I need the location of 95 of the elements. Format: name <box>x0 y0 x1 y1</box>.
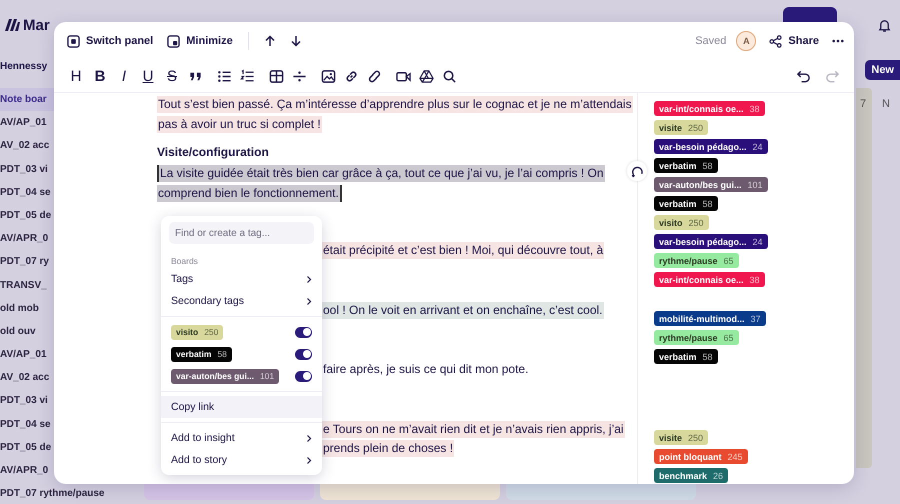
numbered-list-icon[interactable] <box>240 68 255 84</box>
paragraph-text: ool ! On le voit en arrivant et on enchaîne, c’est cool. <box>322 302 604 319</box>
paragraph-text: Tout s’est bien passé. Ça m’intéresse d’apprendre plus sur le cognac et je ne m’attendais <box>157 96 633 114</box>
sidebar-item[interactable]: PDT_04 se <box>0 412 54 436</box>
workspace-name: Hennessy <box>0 60 48 74</box>
tag[interactable]: benchmark 26 <box>654 468 728 483</box>
link-icon[interactable] <box>344 68 359 84</box>
save-status: Saved <box>695 35 726 47</box>
sidebar-item[interactable]: TRANSV_ <box>0 274 54 297</box>
minimize-icon <box>167 34 180 48</box>
bullet-list-icon[interactable] <box>217 68 232 84</box>
avatar[interactable]: A <box>736 31 756 51</box>
logo-icon <box>4 18 20 32</box>
paragraph-text: faire après, je suis ce qui dit mon pote. <box>322 361 530 378</box>
bell-icon[interactable] <box>877 18 892 32</box>
paragraph-text: e Tours on ne m’avait rien dit et je n’avais rien appris, j’ai <box>322 420 625 438</box>
tag[interactable]: rythme/pause 65 <box>654 330 739 345</box>
undo-icon[interactable] <box>796 68 811 84</box>
format-button[interactable]: S <box>164 68 180 84</box>
sidebar-item[interactable]: old mob <box>0 296 54 320</box>
tag[interactable]: var-int/connais oe... 38 <box>654 272 765 287</box>
section-label: Boards <box>170 255 199 268</box>
sidebar-item[interactable]: PDT_07 ry <box>0 250 54 274</box>
sidebar-item[interactable]: PDT_05 de <box>0 436 54 459</box>
column-label: 7 <box>859 97 868 110</box>
tag[interactable]: var-besoin pédago... 24 <box>654 139 768 154</box>
chevron-icon <box>306 434 312 442</box>
sidebar-item[interactable]: AV/AP_01 <box>0 343 54 366</box>
format-button[interactable]: H <box>68 68 84 84</box>
paragraph-text: La visite guidée était très bien car grâce à ça, tout ce que j’ai vu, je l’ai compris ! On <box>157 165 605 182</box>
share-icon <box>769 34 782 48</box>
tag[interactable]: var-int/connais oe... 38 <box>654 101 765 116</box>
paragraph-text: comprend bien le fonctionnement. <box>157 184 342 202</box>
tag-search-field[interactable]: Find or create a tag... <box>169 222 314 244</box>
tag[interactable]: visite 250 <box>654 430 708 445</box>
paragraph-text: prends plein de choses ! <box>322 440 454 458</box>
tag[interactable]: var-besoin pédago... 24 <box>654 234 768 249</box>
sidebar-item[interactable]: old ouv <box>0 320 54 344</box>
paragraph-text: pas à avoir un truc si complet ! <box>157 116 322 133</box>
menu-item[interactable]: Add to insight <box>161 427 322 449</box>
chevron-icon <box>306 456 312 464</box>
tag[interactable]: point bloquant 245 <box>654 449 748 464</box>
logo-text: Mar <box>23 16 50 34</box>
sidebar-item[interactable]: AV/AP_01 <box>0 111 54 134</box>
minimize-button[interactable]: Minimize <box>162 32 238 50</box>
paragraph-text: était précipité et c’est bien ! Moi, qui découvre tout, à <box>322 242 604 260</box>
tag[interactable]: verbatim 58 <box>654 196 718 211</box>
tag[interactable]: rythme/pause 65 <box>654 253 739 268</box>
sidebar-item[interactable]: AV/APR_0 <box>0 227 54 250</box>
image-icon[interactable] <box>321 68 336 84</box>
sidebar-item[interactable]: Note boar <box>0 88 54 112</box>
switch-panel-button[interactable]: Switch panel <box>62 32 158 50</box>
arrow-up-icon[interactable] <box>264 35 276 47</box>
format-button[interactable]: B <box>92 68 108 84</box>
format-button[interactable]: U <box>140 68 156 84</box>
heading-text: Visite/configuration <box>157 144 269 161</box>
more-icon[interactable] <box>832 39 844 43</box>
sidebar-item[interactable]: PDT_03 vi <box>0 389 54 413</box>
add-comment-icon[interactable] <box>627 161 647 181</box>
sidebar-item[interactable]: AV_02 acc <box>0 134 54 158</box>
link-icon[interactable] <box>367 68 382 84</box>
tag: visito 250 <box>171 324 224 340</box>
divider-icon[interactable] <box>292 68 307 84</box>
menu-item[interactable]: Add to story <box>161 449 322 471</box>
toggle-switch[interactable] <box>295 348 312 360</box>
column-label: N <box>881 97 891 110</box>
tag[interactable]: visite 250 <box>654 120 708 135</box>
tag[interactable]: mobilité-multimod... 37 <box>654 311 766 326</box>
sidebar-item[interactable]: PDT_07 rythme/pause <box>0 482 104 504</box>
sidebar-item[interactable]: PDT_05 de <box>0 204 54 228</box>
toggle-switch[interactable] <box>295 370 312 382</box>
sidebar-item[interactable]: PDT_03 vi <box>0 158 54 181</box>
table-icon[interactable] <box>269 68 284 84</box>
toggle-switch[interactable] <box>295 326 312 338</box>
tag: var-auton/bes gui... 101 <box>171 368 280 384</box>
triangle-icon[interactable] <box>419 68 434 84</box>
menu-item[interactable]: Copy link <box>161 396 322 418</box>
tag: verbatim 58 <box>171 346 232 362</box>
menu-item[interactable]: Tags <box>161 268 322 290</box>
format-button[interactable]: I <box>116 68 132 84</box>
chevron-icon <box>306 296 312 306</box>
panel-icon <box>67 34 80 48</box>
search-icon[interactable] <box>442 68 457 84</box>
tag[interactable]: visito 250 <box>654 215 709 230</box>
new-button[interactable]: New <box>865 60 900 80</box>
sidebar-item[interactable]: AV/APR_0 <box>0 459 54 482</box>
tag[interactable]: verbatim 58 <box>654 158 718 173</box>
sidebar-item[interactable]: PDT_04 se <box>0 180 54 204</box>
tag[interactable]: var-auton/bes gui... 101 <box>654 177 768 192</box>
arrow-down-icon[interactable] <box>290 35 302 47</box>
share-button[interactable]: Share <box>764 32 824 50</box>
menu-item[interactable]: Secondary tags <box>161 290 322 312</box>
sidebar-item[interactable]: AV_02 acc <box>0 366 54 390</box>
chevron-icon <box>306 274 312 284</box>
tag[interactable]: verbatim 58 <box>654 349 718 364</box>
